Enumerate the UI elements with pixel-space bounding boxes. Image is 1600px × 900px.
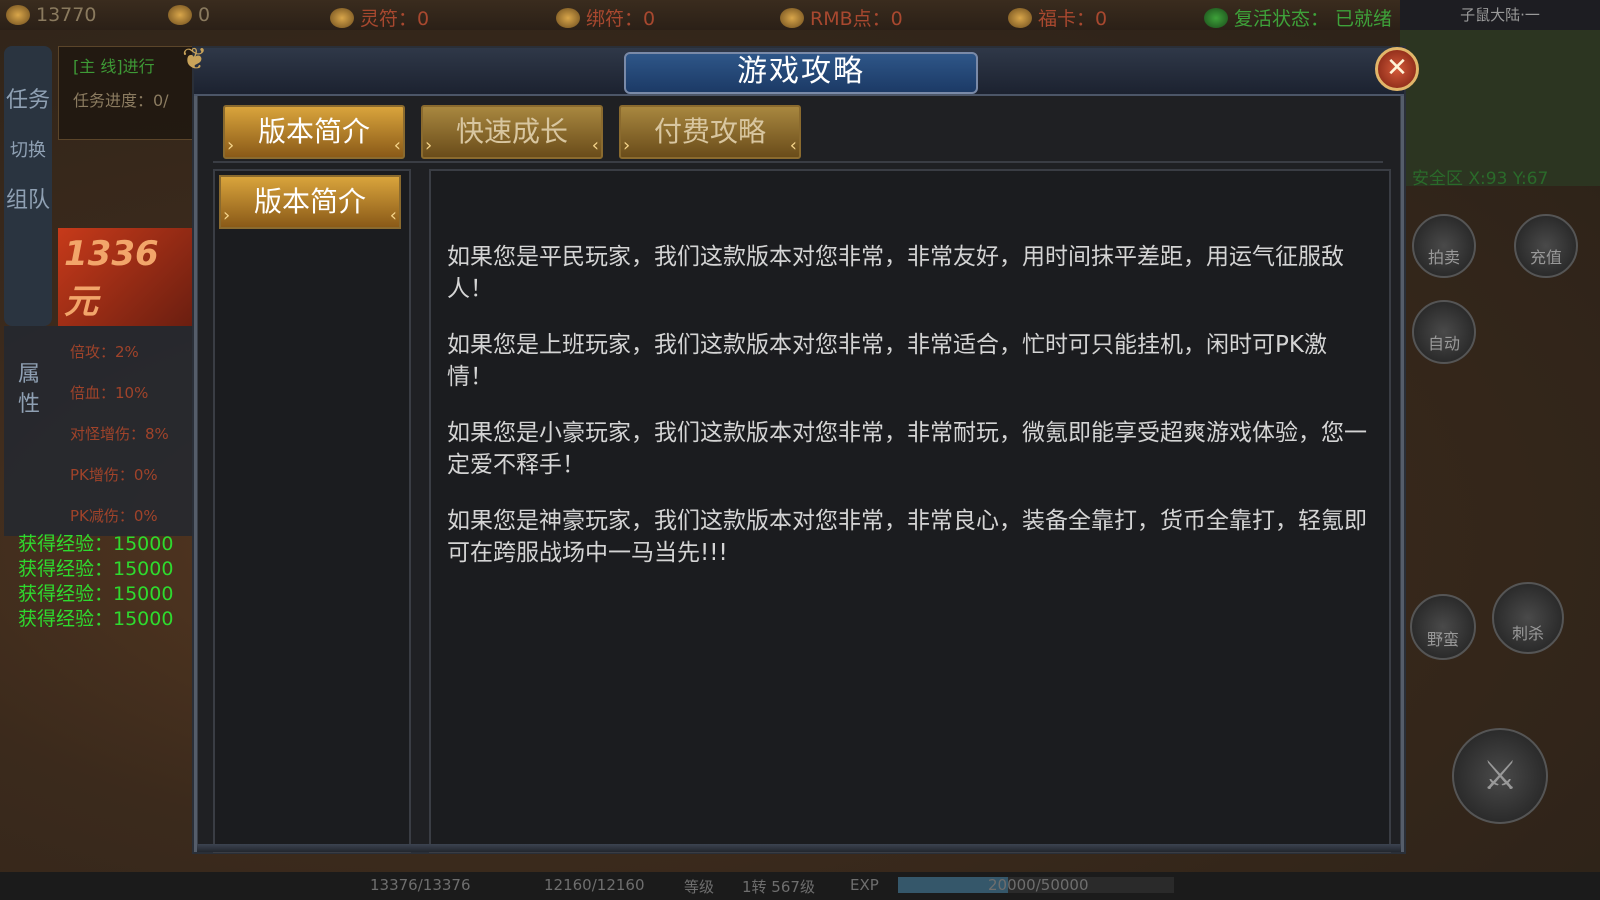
ingot-counter: 0: [168, 4, 210, 26]
arrow-right-icon: ‹: [789, 135, 797, 156]
gold-counter: 13770: [6, 4, 96, 26]
recharge-button[interactable]: 充值: [1514, 214, 1578, 278]
sidebar-item-version-intro[interactable]: › 版本简介 ‹: [219, 175, 401, 229]
tab-paid-guide[interactable]: › 付费攻略 ‹: [619, 105, 801, 159]
fuka-counter: 福卡：0: [1008, 4, 1107, 31]
status-bar: 13376/13376 12160/12160 等级 1转 567级 EXP 2…: [0, 872, 1600, 900]
exp-log: 获得经验：15000 获得经验：15000 获得经验：15000 获得经验：15…: [18, 532, 173, 632]
arrow-left-icon: ›: [425, 135, 433, 156]
attr-item: PK增伤：0%: [70, 466, 158, 484]
arrow-right-icon: ‹: [393, 135, 401, 156]
lucky-card-icon: [1008, 7, 1032, 28]
left-tab-column: 任务 切换 组队: [4, 46, 52, 326]
exp-log-line: 获得经验：15000: [18, 533, 174, 555]
dialog-title: 游戏攻略: [624, 52, 978, 94]
exp-log-line: 获得经验：15000: [18, 583, 174, 605]
dialog-bottom-trim: [197, 844, 1401, 852]
tab-team[interactable]: 组队: [4, 186, 52, 216]
attack-button[interactable]: ⚔: [1452, 728, 1548, 824]
yuan-icon: [780, 7, 804, 28]
attribute-label: 属性: [18, 362, 41, 417]
tab-version-intro[interactable]: › 版本简介 ‹: [223, 105, 405, 159]
skill-assassinate[interactable]: 刺杀: [1492, 582, 1564, 654]
attribute-list: 倍攻：2% 倍血：10% 对怪增伤：8% PK增伤：0% PK减伤：0%: [70, 332, 169, 537]
arrow-right-icon: ‹: [389, 205, 397, 226]
guide-paragraph: 如果您是神豪玩家，我们这款版本对您非常，非常良心，装备全靠打，货币全靠打，轻氪即…: [447, 508, 1367, 566]
level-label: 等级: [684, 878, 715, 896]
exp-log-line: 获得经验：15000: [18, 558, 174, 580]
talisman-icon: [330, 7, 354, 28]
skill-savage[interactable]: 野蛮: [1410, 594, 1476, 660]
tab-fast-growth[interactable]: › 快速成长 ‹: [421, 105, 603, 159]
exp-log-line: 获得经验：15000: [18, 608, 174, 630]
auction-button[interactable]: 拍卖: [1412, 214, 1476, 278]
tab-bar: › 版本简介 ‹ › 快速成长 ‹ › 付费攻略 ‹: [213, 99, 1383, 163]
resource-bar: 13770 0 灵符：0 绑符：0 RMB点：0 福卡：0 复活状态： 已就绪 子…: [0, 0, 1600, 30]
level-value: 1转 567级: [742, 878, 815, 896]
map-name: 子鼠大陆·一: [1400, 0, 1600, 30]
revive-icon: [1204, 7, 1228, 28]
exp-value: 20000/50000: [988, 876, 1089, 894]
bound-talisman-icon: [556, 7, 580, 28]
rmb-counter: RMB点：0: [780, 4, 903, 31]
switch-button[interactable]: 切换: [4, 136, 52, 166]
sword-icon: ⚔: [1482, 753, 1518, 799]
game-guide-dialog: ❦ 游戏攻略 ✕ › 版本简介 ‹ › 快速成长 ‹ › 付费攻略 ‹ › 版本…: [182, 42, 1419, 853]
ingot-icon: [168, 5, 192, 25]
attr-item: 倍攻：2%: [70, 343, 139, 361]
promo-banner[interactable]: 1336元: [58, 228, 193, 326]
corner-ornament-icon: ❦: [182, 42, 208, 77]
guide-content: 如果您是平民玩家，我们这款版本对您非常，非常友好，用时间抹平差距，用运气征服敌人…: [429, 169, 1391, 853]
attribute-panel: 属性 倍攻：2% 倍血：10% 对怪增伤：8% PK增伤：0% PK减伤：0%: [4, 326, 194, 536]
gold-icon: [6, 5, 30, 25]
hp-value: 13376/13376: [370, 876, 471, 894]
arrow-left-icon: ›: [227, 135, 235, 156]
guide-paragraph: 如果您是平民玩家，我们这款版本对您非常，非常友好，用时间抹平差距，用运气征服敌人…: [447, 244, 1344, 302]
attr-item: 倍血：10%: [70, 384, 149, 402]
tab-quest[interactable]: 任务: [4, 86, 52, 116]
exp-label: EXP: [850, 876, 879, 894]
arrow-right-icon: ‹: [591, 135, 599, 156]
close-button[interactable]: ✕: [1375, 47, 1419, 91]
auto-button[interactable]: 自动: [1412, 300, 1476, 364]
revive-status: 复活状态： 已就绪: [1204, 4, 1392, 31]
lingfu-counter: 灵符：0: [330, 4, 429, 31]
guide-paragraph: 如果您是上班玩家，我们这款版本对您非常，非常适合，忙时可只能挂机，闲时可PK激情…: [447, 332, 1327, 390]
attr-item: PK减伤：0%: [70, 507, 158, 525]
minimap[interactable]: [1400, 30, 1600, 186]
dialog-title-bar: ❦ 游戏攻略: [182, 42, 1404, 96]
guide-paragraph: 如果您是小豪玩家，我们这款版本对您非常，非常耐玩，微氪即能享受超爽游戏体验，您一…: [447, 420, 1367, 478]
bangfu-counter: 绑符：0: [556, 4, 655, 31]
arrow-left-icon: ›: [223, 205, 231, 226]
safe-zone-coords: 安全区 X:93 Y:67: [1412, 169, 1549, 189]
mp-value: 12160/12160: [544, 876, 645, 894]
guide-sidebar: › 版本简介 ‹: [213, 169, 411, 853]
attr-item: 对怪增伤：8%: [70, 425, 169, 443]
arrow-left-icon: ›: [623, 135, 631, 156]
